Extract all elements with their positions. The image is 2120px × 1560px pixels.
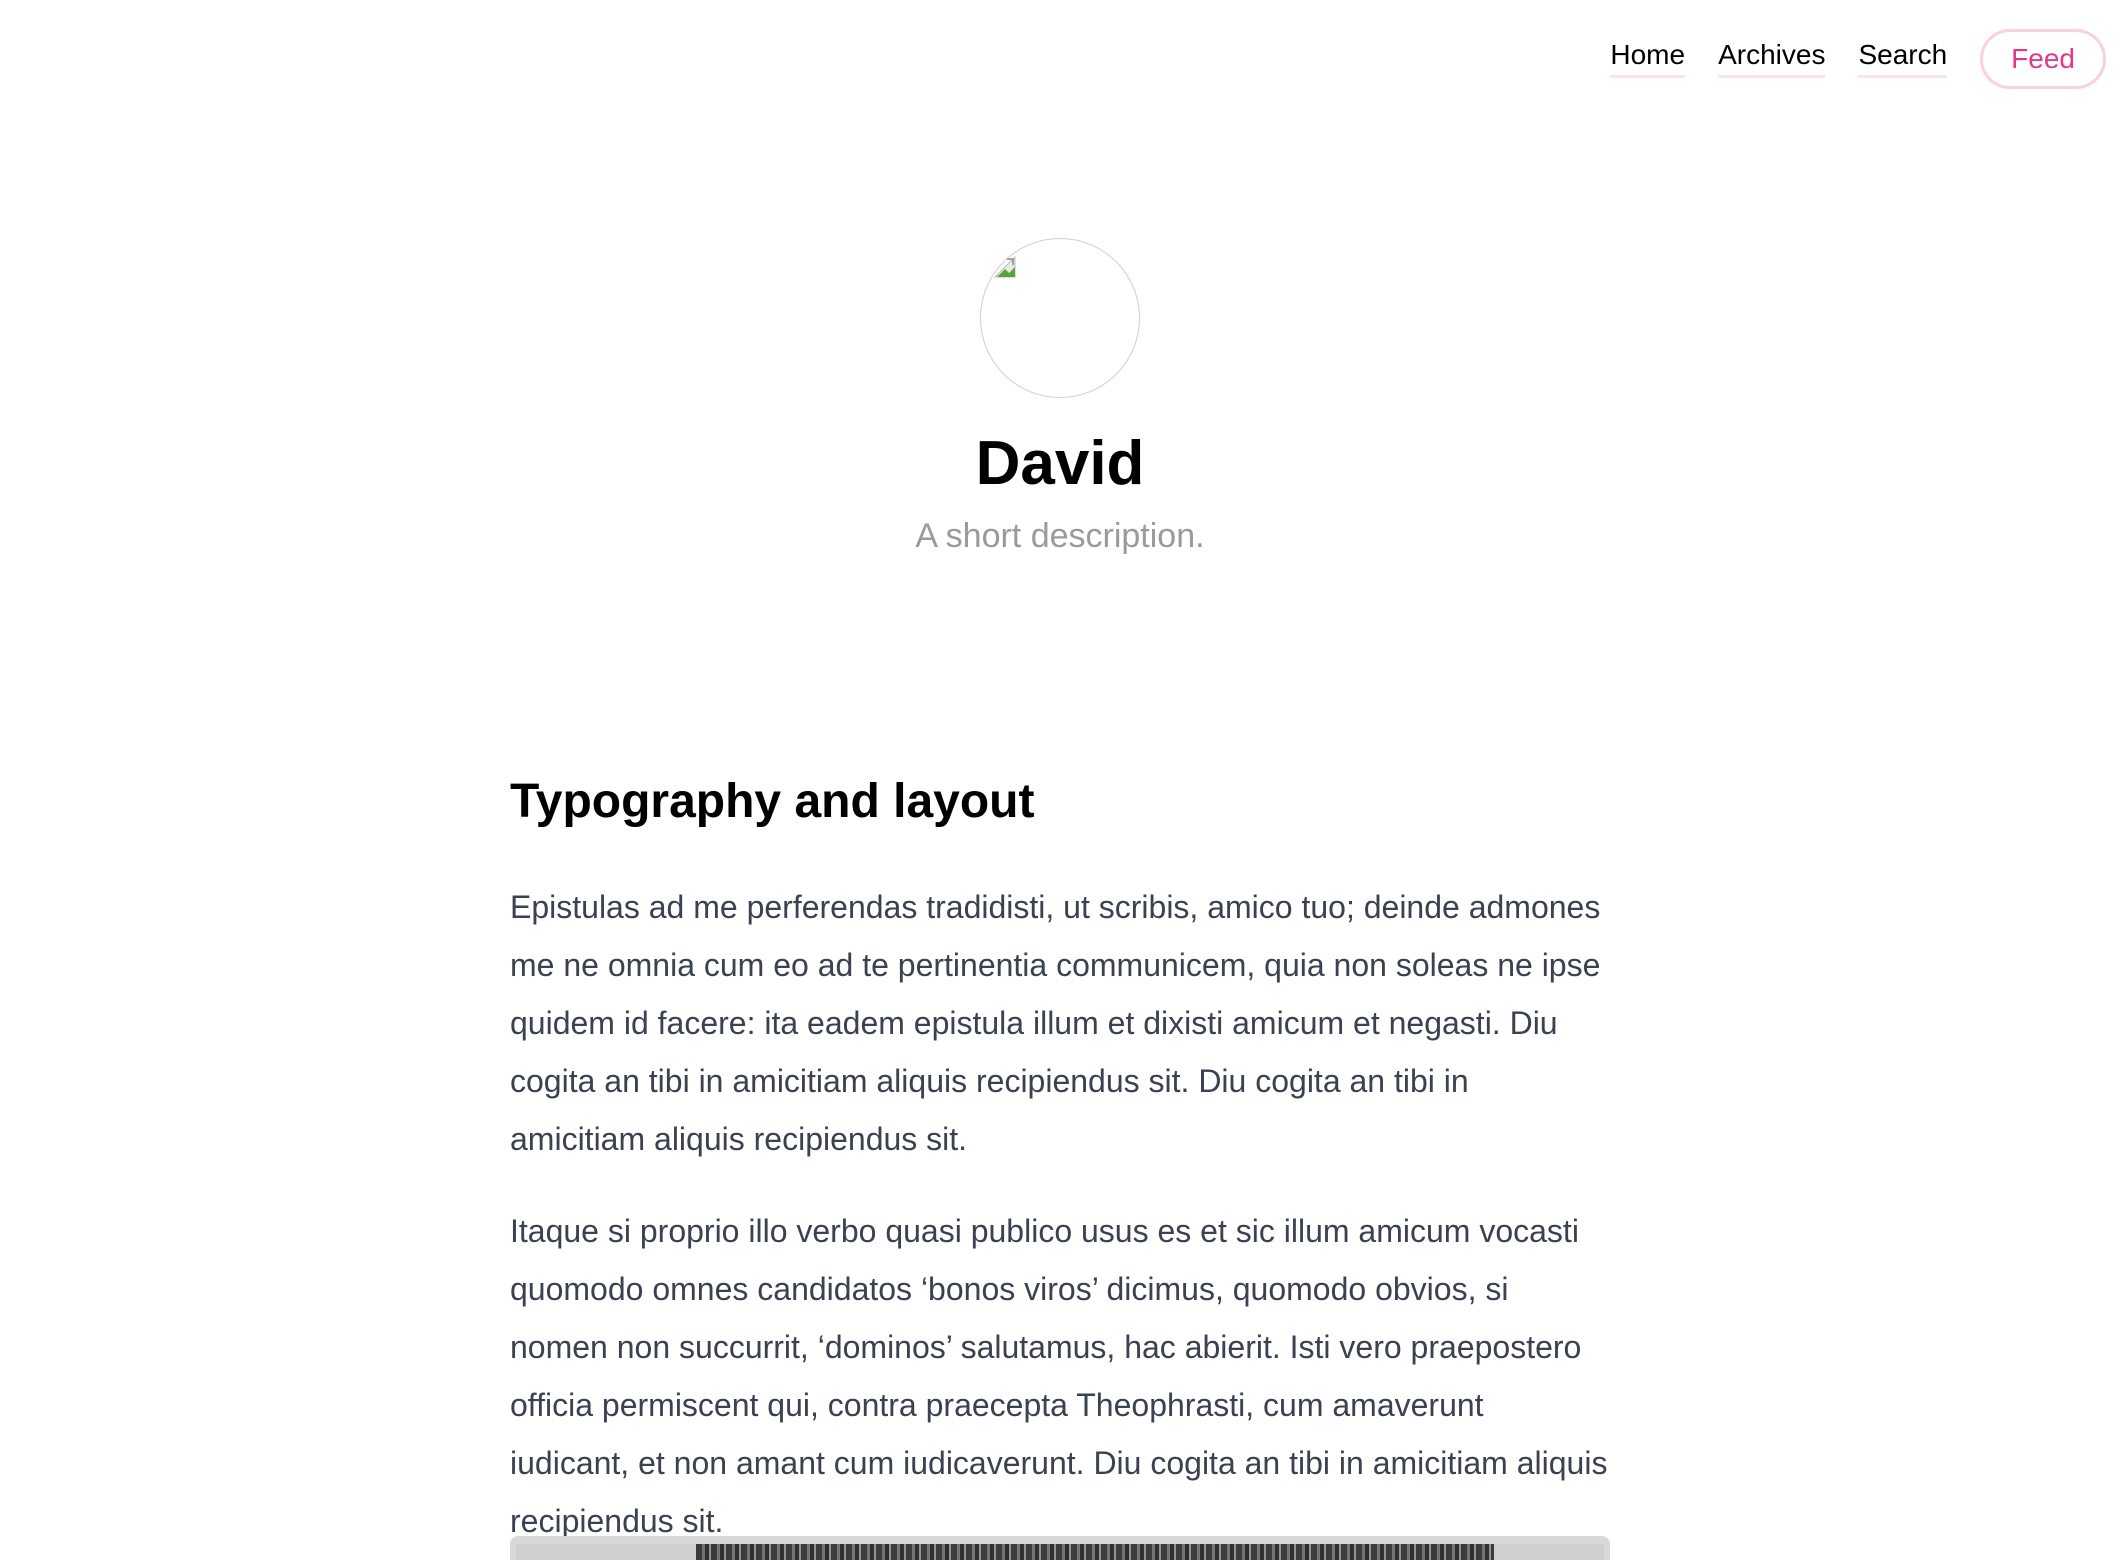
site-description: A short description. — [915, 517, 1205, 555]
article-paragraph: Itaque si proprio illo verbo quasi publi… — [510, 1213, 1608, 1539]
article-paragraph: Epistulas ad me perferendas tradidisti, … — [510, 889, 1601, 1157]
article-image — [510, 1536, 1610, 1560]
page: Home Archives Search Feed David A short … — [0, 0, 2120, 1560]
article-heading: Typography and layout — [510, 775, 1035, 828]
site-title: David — [975, 429, 1145, 498]
feed-button[interactable]: Feed — [1980, 29, 2106, 89]
nav-home-link[interactable]: Home — [1610, 40, 1686, 78]
top-nav: Home Archives Search Feed — [1610, 26, 2106, 92]
nav-archives-link[interactable]: Archives — [1718, 40, 1826, 78]
article-image-content — [516, 1544, 1604, 1560]
article: Typography and layout Epistulas ad me pe… — [510, 772, 1610, 1560]
nav-search-link[interactable]: Search — [1858, 40, 1948, 78]
avatar — [980, 238, 1140, 398]
broken-image-icon — [993, 255, 1016, 278]
